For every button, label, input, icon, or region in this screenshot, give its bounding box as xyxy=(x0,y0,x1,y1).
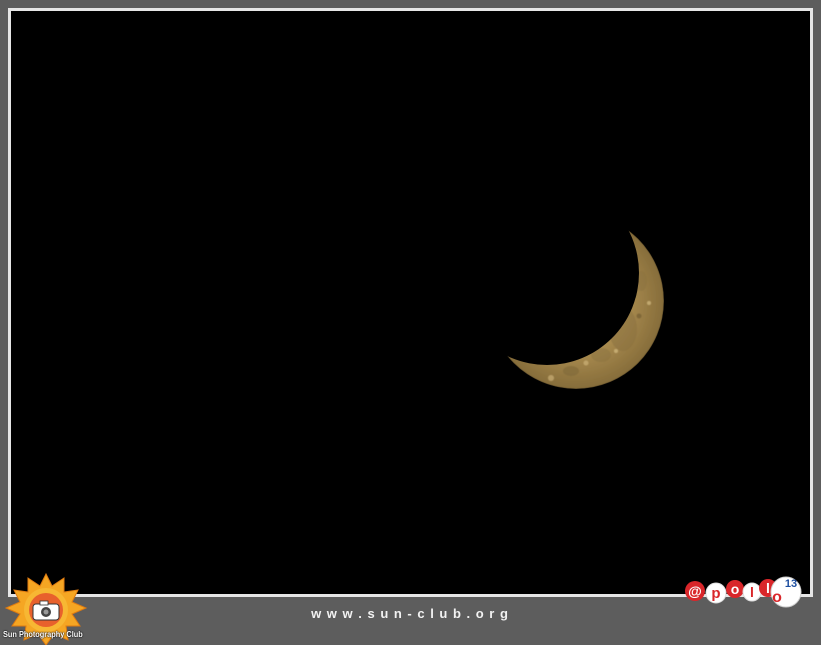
svg-text:@: @ xyxy=(688,583,702,599)
club-name: Sun Photography Club xyxy=(3,630,83,639)
svg-text:l: l xyxy=(750,584,754,600)
night-sky-photo xyxy=(11,11,810,594)
website-watermark: w w w . s u n - c l u b . o r g xyxy=(311,606,509,621)
svg-text:o: o xyxy=(731,581,740,597)
svg-text:p: p xyxy=(711,585,720,602)
svg-text:l: l xyxy=(766,580,770,596)
author-signature-logo: @ p o l l o 13 xyxy=(685,576,802,608)
svg-text:13: 13 xyxy=(785,578,797,590)
svg-text:o: o xyxy=(772,589,782,606)
crescent-moon xyxy=(488,213,664,389)
photo-frame: w w w . s u n - c l u b . o r g Sun Phot… xyxy=(0,0,821,645)
